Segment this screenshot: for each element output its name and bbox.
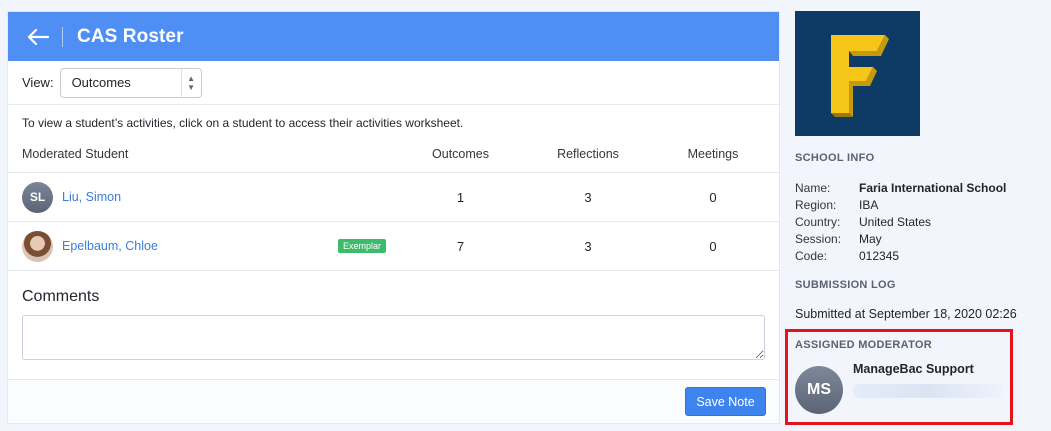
student-cell: Epelbaum, Chloe Exemplar [8, 230, 393, 262]
submission-log-title: SUBMISSION LOG [795, 279, 896, 291]
footer-bar: Save Note [8, 379, 779, 423]
header-divider [62, 26, 63, 47]
roster-panel: CAS Roster View: Outcomes ▲ ▼ To view a s… [7, 11, 780, 424]
header-reflections: Reflections [557, 146, 619, 161]
field-label: Code: [795, 249, 828, 263]
header-meetings: Meetings [687, 146, 739, 161]
select-chevrons-icon: ▲ ▼ [180, 68, 201, 97]
country-value: United States [859, 215, 932, 229]
school-logo [795, 11, 920, 136]
reflections-value: 3 [584, 238, 592, 254]
field-label: Name: [795, 181, 831, 195]
view-select[interactable]: Outcomes ▲ ▼ [59, 67, 202, 98]
avatar: SL [22, 181, 53, 213]
comments-section: Comments [8, 271, 779, 363]
info-text: To view a student’s activities, click on… [22, 116, 464, 130]
sidebar: SCHOOL INFO Name: Faria International Sch… [795, 11, 1045, 321]
submission-log-text: Submitted at September 18, 2020 02:26 [795, 307, 1017, 321]
field-label: Country: [795, 215, 841, 229]
view-selector-row: View: Outcomes ▲ ▼ [8, 61, 779, 105]
student-cell: SL Liu, Simon [8, 181, 393, 213]
field-label: Region: [795, 198, 837, 212]
field-label: Session: [795, 232, 842, 246]
code-value: 012345 [859, 249, 900, 263]
comments-title: Comments [22, 288, 100, 305]
moderator-row: MS ManageBac Support [795, 362, 1010, 414]
comments-textarea[interactable] [22, 315, 765, 360]
session-value: May [859, 232, 882, 246]
region-value: IBA [859, 198, 879, 212]
header-student: Moderated Student [22, 146, 129, 161]
moderator-email-blurred [853, 384, 1003, 398]
table-header: Moderated Student Outcomes Reflections M… [8, 135, 779, 173]
outcomes-value: 7 [456, 238, 465, 254]
reflections-value: 3 [584, 189, 592, 205]
header-bar: CAS Roster [8, 12, 779, 61]
page-title: CAS Roster [77, 25, 184, 47]
meetings-value: 0 [709, 189, 717, 205]
save-note-button[interactable]: Save Note [685, 387, 766, 416]
view-label: View: [22, 75, 54, 90]
avatar [22, 230, 53, 262]
moderator-name: ManageBac Support [853, 362, 974, 376]
assigned-moderator-title: ASSIGNED MODERATOR [795, 339, 933, 351]
back-arrow-icon[interactable] [26, 25, 50, 49]
header-outcomes: Outcomes [432, 146, 489, 161]
exemplar-badge: Exemplar [338, 239, 387, 253]
faria-logo-icon [830, 34, 889, 117]
meetings-value: 0 [709, 238, 717, 254]
table-row[interactable]: SL Liu, Simon 1 3 0 [8, 173, 779, 222]
school-info-title: SCHOOL INFO [795, 152, 875, 164]
assigned-moderator-box: ASSIGNED MODERATOR MS ManageBac Support [785, 329, 1013, 425]
table-row[interactable]: Epelbaum, Chloe Exemplar 7 3 0 [8, 222, 779, 271]
view-select-value: Outcomes [71, 75, 131, 90]
school-name-value: Faria International School [859, 181, 1007, 195]
school-info-list: Name: Faria International School Region: I… [795, 180, 1045, 265]
student-link[interactable]: Epelbaum, Chloe [62, 239, 158, 253]
student-link[interactable]: Liu, Simon [62, 190, 121, 204]
avatar: MS [795, 366, 843, 414]
outcomes-value: 1 [456, 189, 465, 205]
